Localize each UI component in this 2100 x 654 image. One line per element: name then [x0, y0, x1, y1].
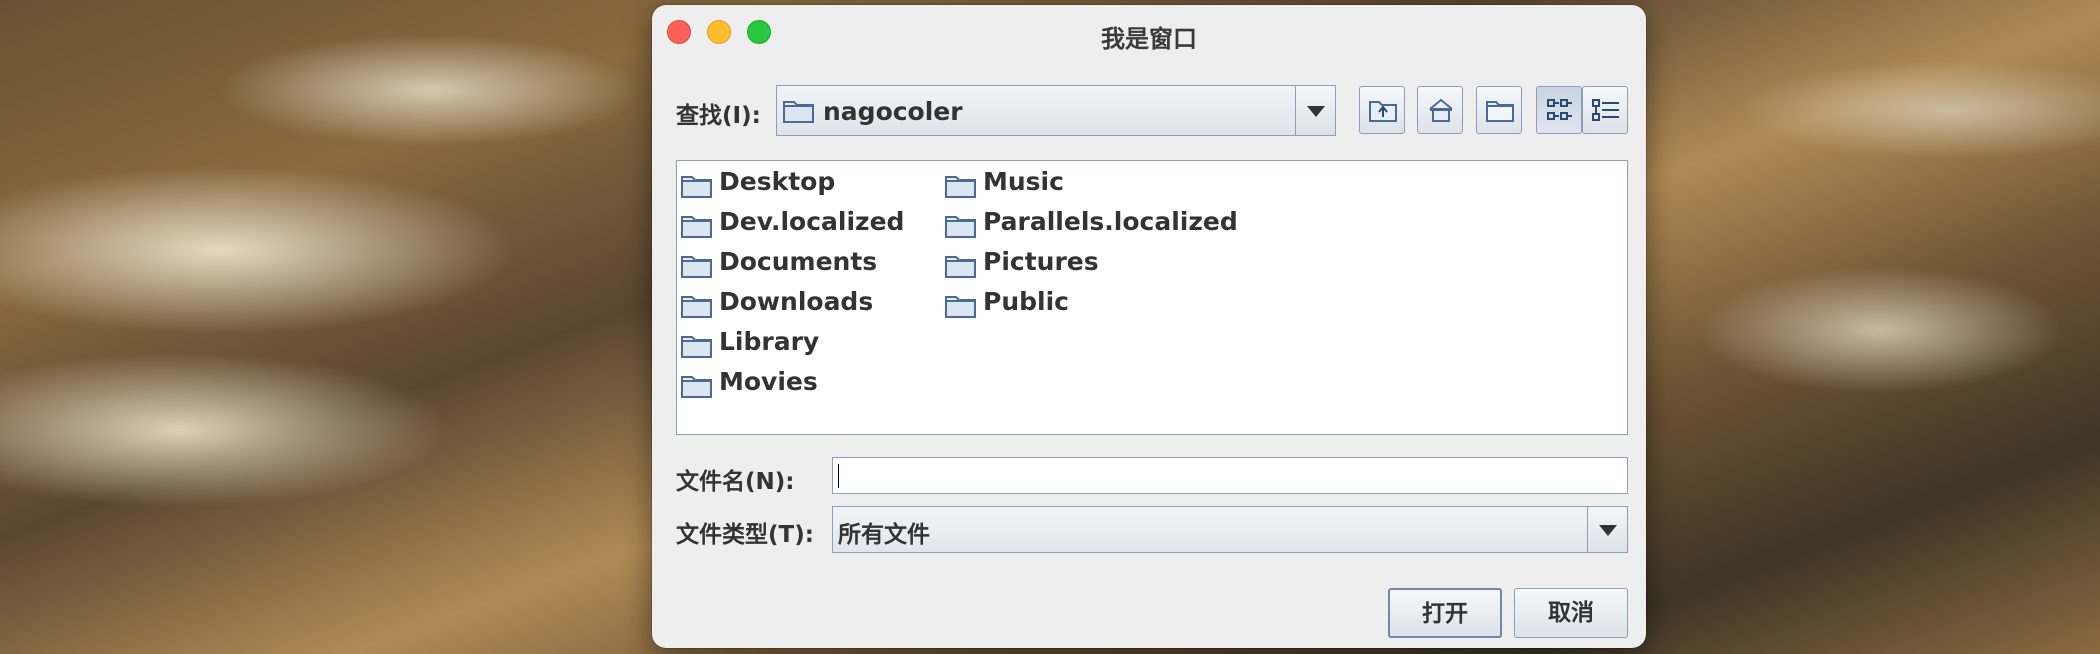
- folder-icon: [783, 98, 815, 128]
- file-name: Library: [719, 327, 820, 356]
- file-name-label: 文件名(N):: [676, 469, 795, 495]
- file-name: Parallels.localized: [983, 207, 1238, 236]
- file-list[interactable]: Desktop Dev.localized Documents Download…: [676, 160, 1628, 435]
- chevron-down-icon[interactable]: [1587, 507, 1627, 552]
- chevron-down-icon[interactable]: [1295, 86, 1335, 135]
- file-name: Music: [983, 167, 1064, 196]
- folder-icon: [681, 374, 713, 402]
- title-bar[interactable]: 我是窗口: [652, 5, 1646, 59]
- folder-icon: [945, 174, 977, 202]
- cancel-button[interactable]: 取消: [1514, 588, 1628, 638]
- file-name: Movies: [719, 367, 818, 396]
- file-chooser-dialog: 我是窗口 查找(I): nagocoler Desktop Dev.locali…: [652, 5, 1646, 648]
- file-name: Dev.localized: [719, 207, 905, 236]
- home-button[interactable]: [1417, 86, 1463, 134]
- folder-icon: [945, 214, 977, 242]
- open-button[interactable]: 打开: [1388, 588, 1502, 638]
- folder-icon: [681, 334, 713, 362]
- folder-icon: [681, 174, 713, 202]
- file-name-field[interactable]: [832, 457, 1628, 494]
- details-view-button[interactable]: [1582, 86, 1628, 134]
- folder-icon: [945, 294, 977, 322]
- look-in-combo[interactable]: nagocoler: [776, 85, 1336, 136]
- up-folder-button[interactable]: [1359, 86, 1405, 134]
- look-in-value: nagocoler: [823, 97, 963, 126]
- file-name: Public: [983, 287, 1069, 316]
- file-name: Desktop: [719, 167, 836, 196]
- look-in-label: 查找(I):: [676, 103, 761, 129]
- file-name: Documents: [719, 247, 878, 276]
- list-view-button[interactable]: [1536, 86, 1582, 134]
- file-type-value: 所有文件: [838, 522, 930, 548]
- file-name: Pictures: [983, 247, 1099, 276]
- file-type-label: 文件类型(T):: [676, 522, 814, 548]
- folder-icon: [681, 294, 713, 322]
- file-type-combo[interactable]: 所有文件: [832, 506, 1628, 553]
- window-title: 我是窗口: [1101, 25, 1197, 53]
- file-name: Downloads: [719, 287, 874, 316]
- text-caret: [838, 464, 839, 488]
- folder-icon: [681, 254, 713, 282]
- folder-icon: [681, 214, 713, 242]
- new-folder-button[interactable]: [1476, 86, 1522, 134]
- folder-icon: [945, 254, 977, 282]
